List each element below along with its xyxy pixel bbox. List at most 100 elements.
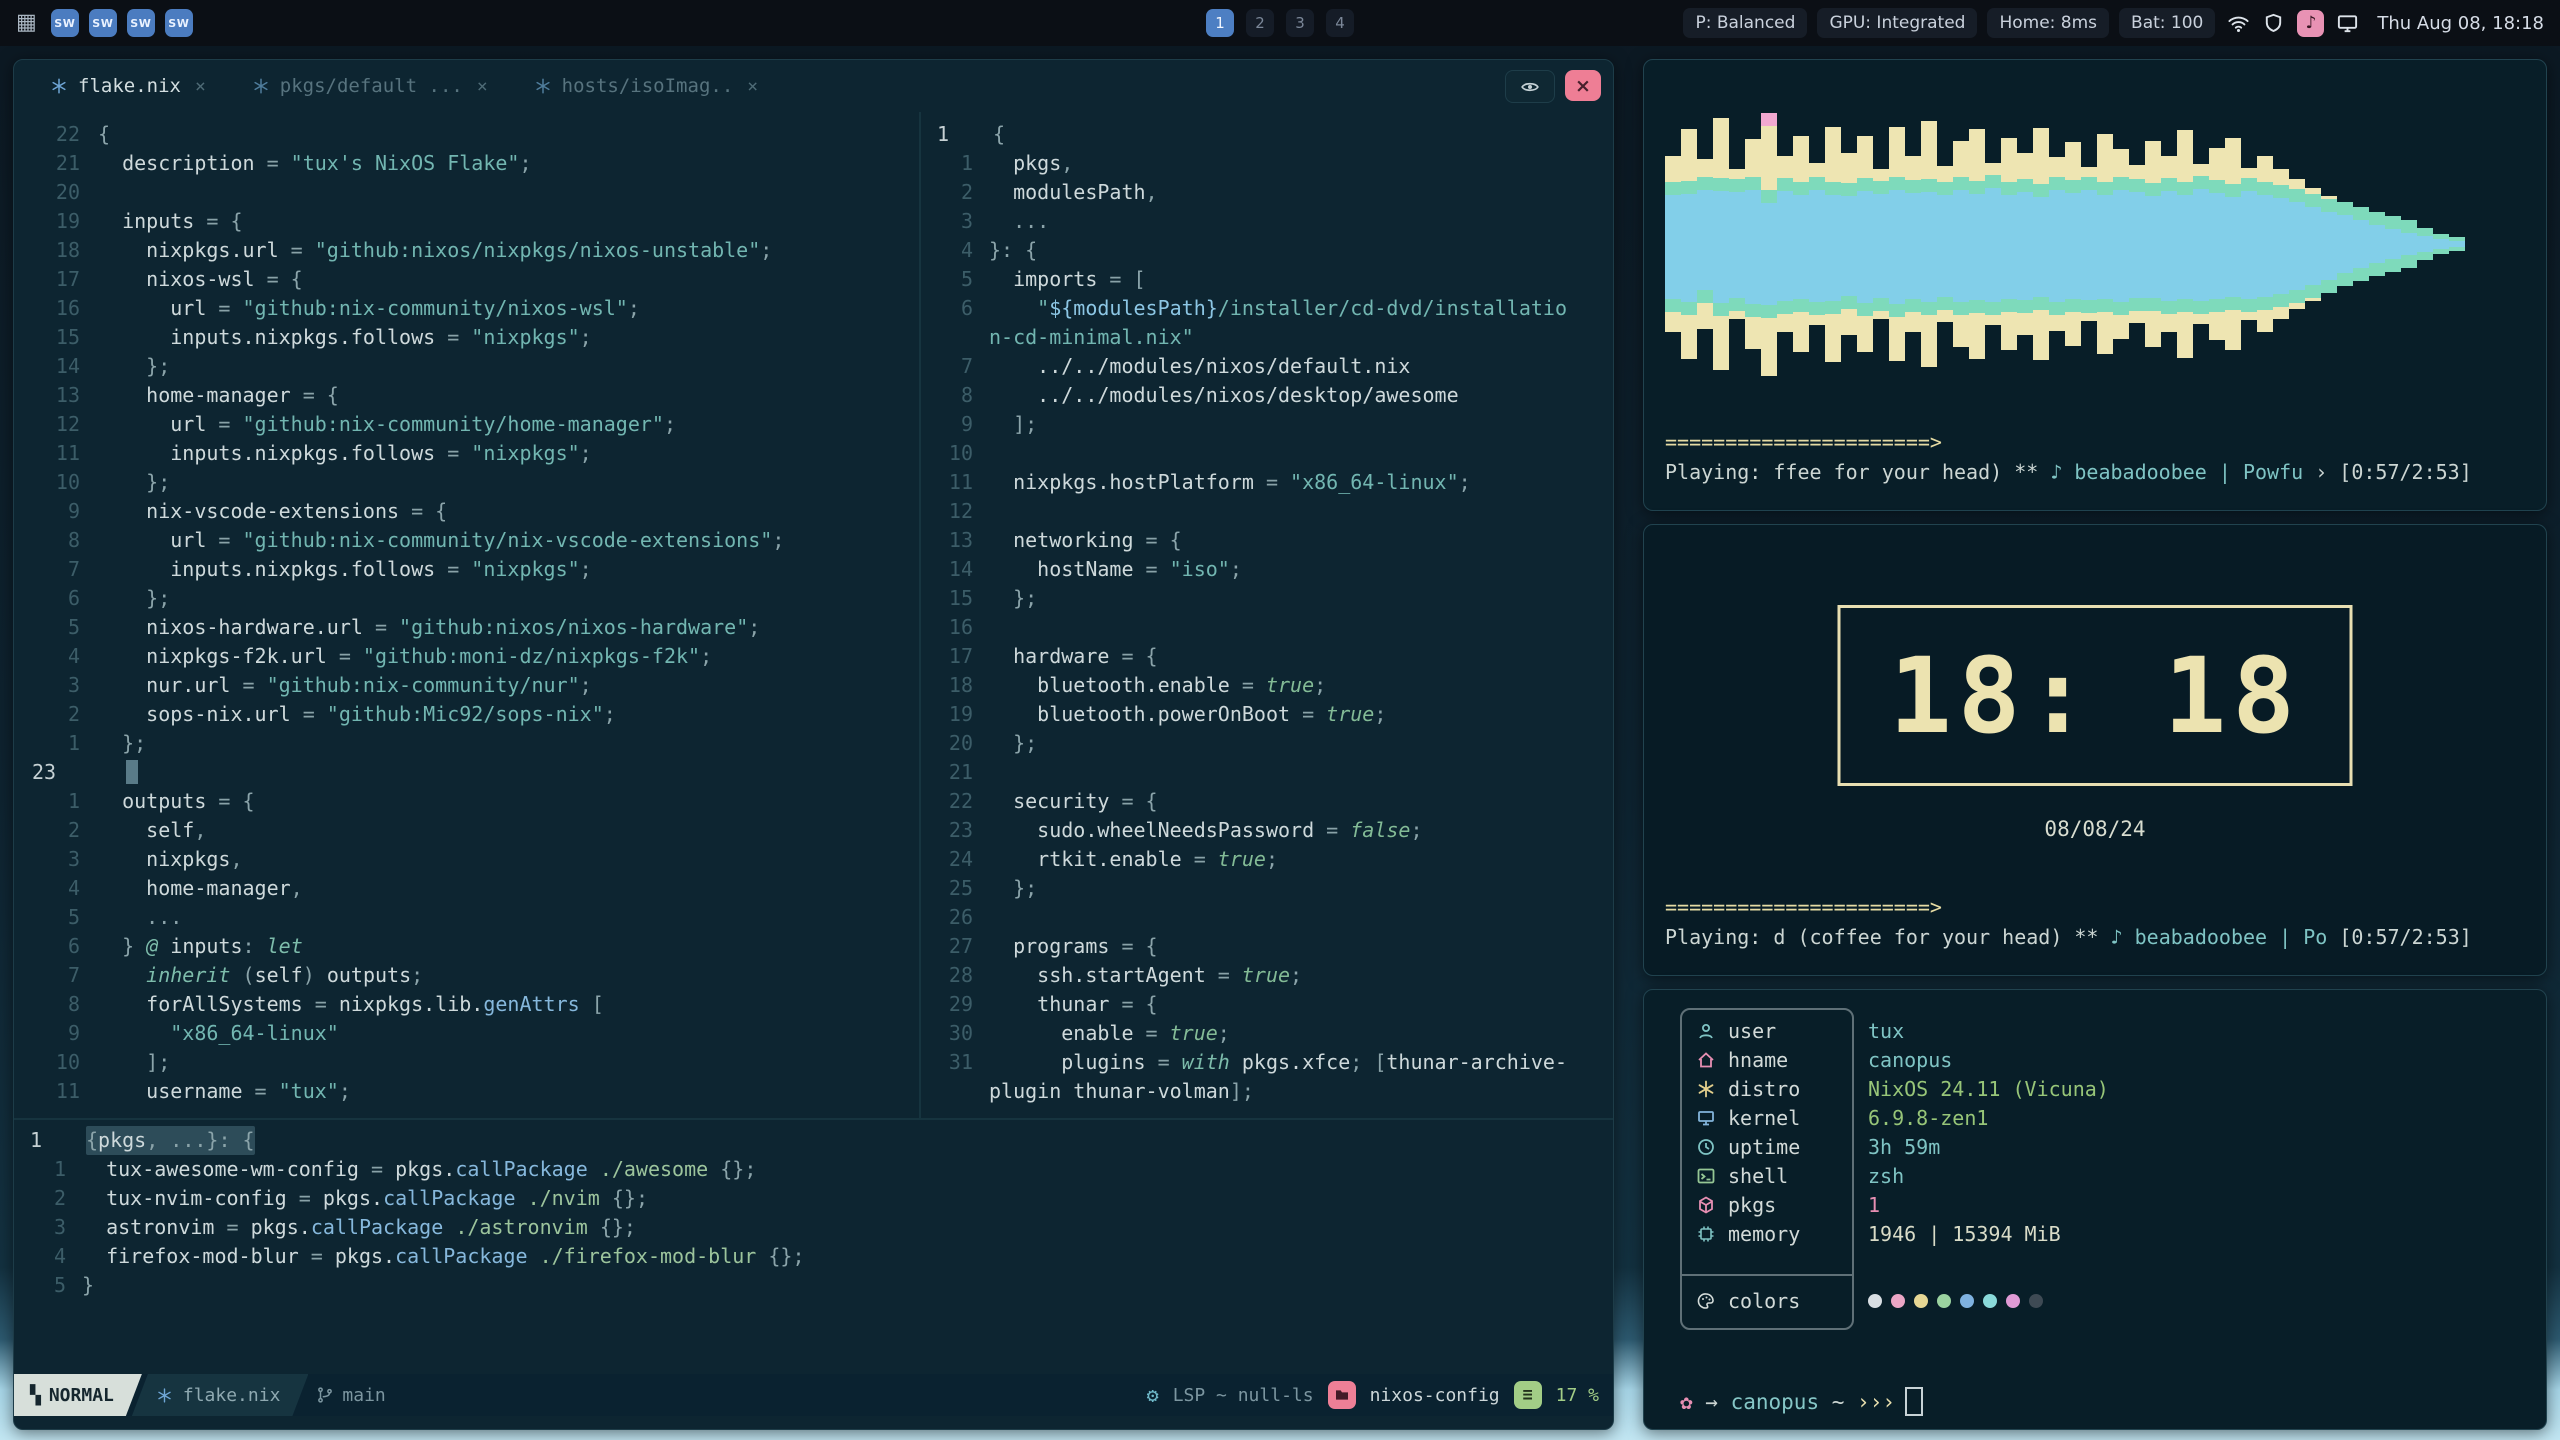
code-line: 10 }; <box>28 468 919 497</box>
code-line: 16 url = "github:nix-community/nixos-wsl… <box>28 294 919 323</box>
tab-close-icon[interactable]: × <box>477 76 488 97</box>
tag-2[interactable]: 2 <box>1246 9 1274 37</box>
display-icon[interactable] <box>2336 12 2359 35</box>
visualizer-column <box>2161 84 2177 404</box>
window-close-button[interactable]: × <box>1565 70 1601 101</box>
visualizer-column <box>1985 84 2001 404</box>
code-line: 19 bluetooth.powerOnBoot = true; <box>933 700 1613 729</box>
color-dot <box>2006 1294 2020 1308</box>
code-line: 9 nix-vscode-extensions = { <box>28 497 919 526</box>
visualizer-column <box>1793 84 1809 404</box>
code-pane-iso[interactable]: 1{1 pkgs,2 modulesPath,3 ...4}: {5 impor… <box>921 112 1613 1118</box>
visualizer-column <box>2401 84 2417 404</box>
visualizer-column <box>2081 84 2097 404</box>
code-line: 22 security = { <box>933 787 1613 816</box>
code-pane-pkgs[interactable]: 1{pkgs, ...}: {1 tux-awesome-wm-config =… <box>14 1120 1613 1374</box>
shell-prompt[interactable]: ✿ → canopus ~ ››› <box>1680 1387 1923 1416</box>
code-line: 3 ... <box>933 207 1613 236</box>
visualizer-column <box>1937 84 1953 404</box>
visualizer-column <box>2177 84 2193 404</box>
topbar-clock: Thu Aug 08, 18:18 <box>2377 13 2544 34</box>
scroll-progress-icon: ≡ <box>1514 1381 1542 1409</box>
terminal-cursor <box>1905 1387 1923 1416</box>
tab-flake.nix[interactable]: flake.nix× <box>50 75 206 97</box>
code-line: 2 modulesPath, <box>933 178 1613 207</box>
visualizer-column <box>2129 84 2145 404</box>
nix-icon <box>156 1387 173 1404</box>
code-line: 11 inputs.nixpkgs.follows = "nixpkgs"; <box>28 439 919 468</box>
visualizer-column <box>2305 84 2321 404</box>
terminal-palette <box>1868 1294 2043 1308</box>
visualizer-window: ======================> Playing: ffee fo… <box>1643 59 2547 511</box>
code-line: 30 enable = true; <box>933 1019 1613 1048</box>
shield-icon[interactable] <box>2262 12 2285 35</box>
code-line: 11 username = "tux"; <box>28 1077 919 1106</box>
code-line: 6 }; <box>28 584 919 613</box>
workspace-list: SW SW SW SW <box>51 9 193 37</box>
code-line: 22{ <box>28 120 919 149</box>
visualizer-column <box>2385 84 2401 404</box>
music-icon[interactable]: ♪ <box>2297 10 2324 37</box>
visualizer-column <box>2337 84 2353 404</box>
nix-icon <box>252 77 270 95</box>
code-line: 25 }; <box>933 874 1613 903</box>
wifi-icon[interactable] <box>2227 12 2250 35</box>
tag-1[interactable]: 1 <box>1206 9 1234 37</box>
tab-pkgs/default ...[interactable]: pkgs/default ...× <box>252 75 488 97</box>
workspace-icon[interactable]: SW <box>51 9 79 37</box>
statusline-file: flake.nix <box>132 1374 309 1416</box>
preview-toggle-button[interactable] <box>1505 70 1555 103</box>
system-info-list: usertuxhnamecanopusdistroNixOS 24.11 (Vi… <box>1680 1016 2510 1248</box>
visualizer-column <box>1873 84 1889 404</box>
code-pane-flake[interactable]: 22{21 description = "tux's NixOS Flake";… <box>14 112 919 1118</box>
code-line: 5 imports = [ <box>933 265 1613 294</box>
visualizer-column <box>2145 84 2161 404</box>
code-line: plugin thunar-volman]; <box>933 1077 1613 1106</box>
fetch-row-distro: distroNixOS 24.11 (Vicuna) <box>1680 1074 2510 1103</box>
tag-3[interactable]: 3 <box>1286 9 1314 37</box>
system-status-chips: P: BalancedGPU: IntegratedHome: 8msBat: … <box>1683 8 2215 38</box>
code-line: 17 hardware = { <box>933 642 1613 671</box>
tag-4[interactable]: 4 <box>1326 9 1354 37</box>
visualizer-column <box>1713 84 1729 404</box>
command-line[interactable] <box>14 1416 1613 1429</box>
code-line: 1 outputs = { <box>28 787 919 816</box>
launcher-icon[interactable]: ▦ <box>16 12 37 34</box>
tab-close-icon[interactable]: × <box>747 76 758 97</box>
tab-close-icon[interactable]: × <box>195 76 206 97</box>
workspace-icon[interactable]: SW <box>127 9 155 37</box>
status-chip: P: Balanced <box>1683 8 1807 38</box>
code-line: 2 sops-nix.url = "github:Mic92/sops-nix"… <box>28 700 919 729</box>
visualizer-column <box>2193 84 2209 404</box>
visualizer-column <box>1745 84 1761 404</box>
code-line: 20 }; <box>933 729 1613 758</box>
editor-window: flake.nix×pkgs/default ...×hosts/isoImag… <box>13 59 1614 1430</box>
code-line: 1{ <box>933 120 1613 149</box>
color-dot <box>1983 1294 1997 1308</box>
code-line: 19 inputs = { <box>28 207 919 236</box>
code-line: 23 <box>28 758 919 787</box>
status-chip: Home: 8ms <box>1987 8 2109 38</box>
fetch-row-pkgs: pkgs1 <box>1680 1190 2510 1219</box>
kernel-icon <box>1694 1108 1718 1128</box>
git-branch-icon <box>316 1386 334 1404</box>
visualizer-column <box>2433 84 2449 404</box>
status-chip: GPU: Integrated <box>1817 8 1977 38</box>
code-line: 5 ... <box>28 903 919 932</box>
scroll-progress: 17 % <box>1556 1385 1599 1406</box>
code-line: 4 home-manager, <box>28 874 919 903</box>
pkgs-icon <box>1694 1195 1718 1215</box>
code-line: 12 url = "github:nix-community/home-mana… <box>28 410 919 439</box>
visualizer-column <box>1665 84 1681 404</box>
color-dot <box>1937 1294 1951 1308</box>
workspace-icon[interactable]: SW <box>165 9 193 37</box>
visualizer-column <box>2017 84 2033 404</box>
color-dot <box>1868 1294 1882 1308</box>
visualizer-column <box>1777 84 1793 404</box>
tab-hosts/isoImag..[interactable]: hosts/isoImag..× <box>534 75 758 97</box>
mode-icon: ▚ <box>30 1385 41 1406</box>
code-line: 9 ]; <box>933 410 1613 439</box>
code-line: 2 self, <box>28 816 919 845</box>
code-line: 9 "x86_64-linux" <box>28 1019 919 1048</box>
workspace-icon[interactable]: SW <box>89 9 117 37</box>
